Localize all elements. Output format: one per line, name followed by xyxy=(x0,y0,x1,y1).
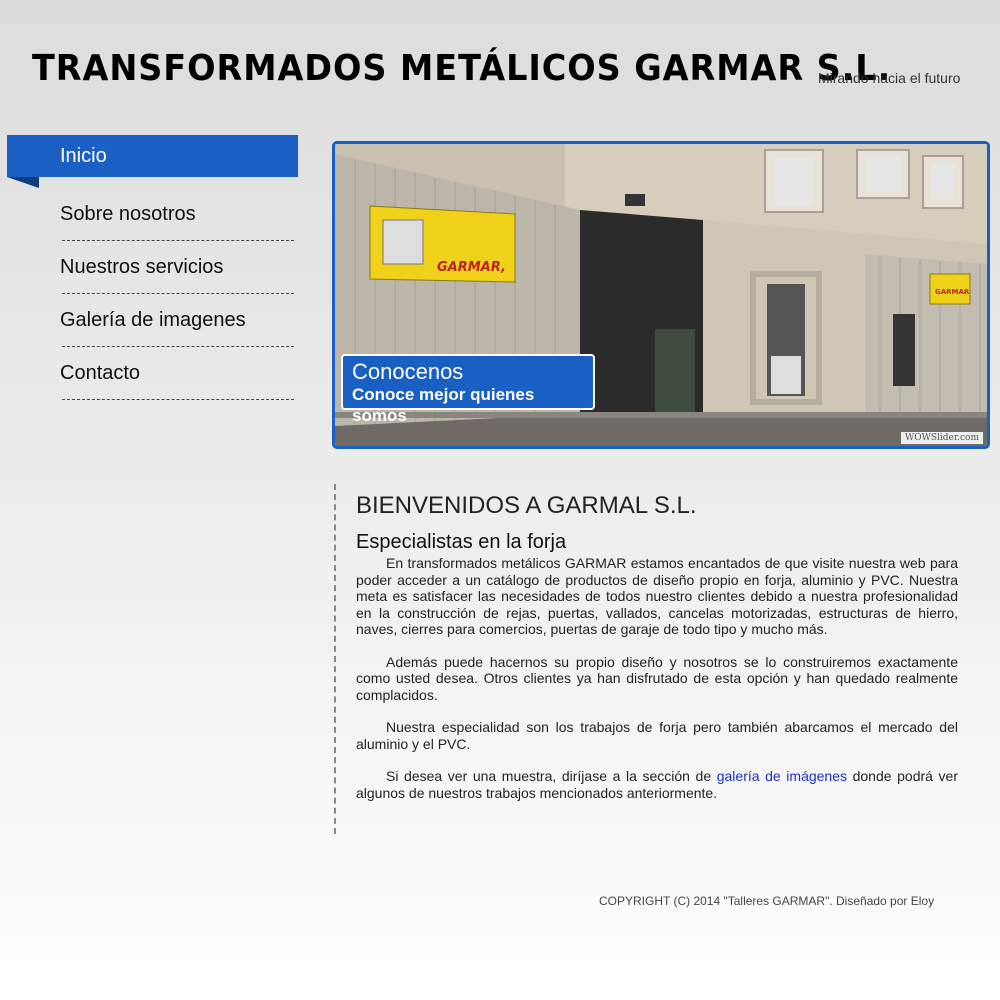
site-title: TRANSFORMADOS METÁLICOS GARMAR S.L. xyxy=(32,48,892,89)
main-nav: Inicio Sobre nosotros Nuestros servicios… xyxy=(7,135,298,400)
nav-divider xyxy=(62,399,294,400)
slider-caption[interactable]: Conocenos Conoce mejor quienes somos xyxy=(341,354,595,425)
sign-text: GARMAR, xyxy=(437,260,506,275)
page-subheading: Especialistas en la forja xyxy=(356,531,567,553)
paragraph-specialty: Nuestra especialidad son los trabajos de… xyxy=(356,719,958,752)
footer-copyright: COPYRIGHT (C) 2014 "Talleres GARMAR". Di… xyxy=(599,894,935,908)
paragraph-text: Si desea ver una muestra, diríjase a la … xyxy=(386,768,717,784)
nav-item-label: Inicio xyxy=(60,144,107,167)
slider-caption-title: Conocenos xyxy=(352,359,464,384)
nav-item-galeria[interactable]: Galería de imagenes xyxy=(7,294,298,347)
sign-text-small: GARMAR xyxy=(935,288,970,296)
wowslider-watermark[interactable]: WOWSlider.com xyxy=(900,432,983,444)
image-slider[interactable]: GARMAR, GARMAR Conocenos Conoce mejor qu… xyxy=(332,141,990,449)
nav-fold-decoration xyxy=(7,177,39,188)
page-heading: BIENVENIDOS A GARMAL S.L. xyxy=(356,492,697,519)
gallery-link[interactable]: galería de imágenes xyxy=(717,768,847,784)
nav-item-nuestros-servicios[interactable]: Nuestros servicios xyxy=(7,241,298,294)
nav-item-label: Sobre nosotros xyxy=(60,203,196,225)
nav-item-label: Contacto xyxy=(60,362,141,384)
paragraph-gallery: Si desea ver una muestra, diríjase a la … xyxy=(356,768,958,801)
paragraph-design: Además puede hacernos su propio diseño y… xyxy=(356,653,958,703)
tagline: Mirando hacia el futuro xyxy=(818,70,961,86)
nav-item-sobre-nosotros[interactable]: Sobre nosotros xyxy=(7,188,298,241)
nav-item-inicio[interactable]: Inicio xyxy=(7,135,298,188)
nav-item-contacto[interactable]: Contacto xyxy=(7,347,298,400)
nav-item-label: Galería de imagenes xyxy=(60,309,246,331)
main-content: BIENVENIDOS A GARMAL S.L. Especialistas … xyxy=(334,484,958,834)
nav-item-label: Nuestros servicios xyxy=(60,256,224,278)
paragraph-intro: En transformados metálicos GARMAR estamo… xyxy=(356,555,958,637)
slider-caption-subtitle: Conoce mejor quienes somos xyxy=(352,385,535,425)
